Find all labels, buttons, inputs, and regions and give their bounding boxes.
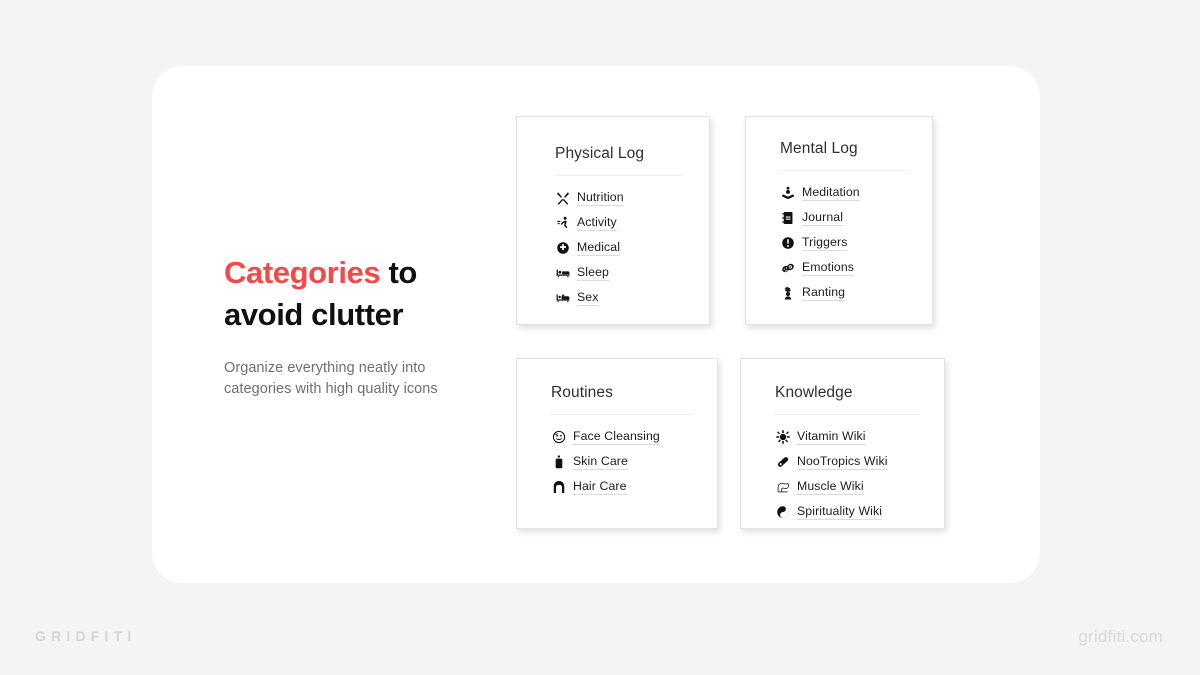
list-item[interactable]: Face Cleansing — [551, 429, 693, 445]
page-subtitle: Organize everything neatly into categori… — [224, 360, 438, 397]
list-item-label: Activity — [577, 215, 617, 231]
yin-yang-icon — [775, 505, 790, 520]
card-physical-log: Physical Log Nutrition Activity Medical … — [516, 116, 710, 325]
card-title: Routines — [551, 384, 613, 401]
page-title: Categories to avoid clutter — [224, 252, 474, 336]
card-item-list: Meditation Journal Triggers Emotions Ran… — [780, 185, 908, 301]
card-knowledge: Knowledge Vitamin Wiki NooTropics Wiki M… — [740, 358, 945, 529]
utensils-icon — [555, 191, 570, 206]
copy-block: Categories to avoid clutter Organize eve… — [224, 252, 474, 400]
list-item-label: Sleep — [577, 265, 609, 281]
card-item-list: Vitamin Wiki NooTropics Wiki Muscle Wiki… — [775, 429, 920, 520]
list-item-label: Sex — [577, 290, 599, 306]
face-icon — [551, 430, 566, 445]
card-divider — [551, 414, 693, 415]
brand-watermark-right: gridfiti.com — [1078, 627, 1163, 646]
exclamation-circle-icon — [780, 236, 795, 251]
card-divider — [775, 414, 920, 415]
head-burst-icon — [780, 286, 795, 301]
card-item-list: Face Cleansing Skin Care Hair Care — [551, 429, 693, 495]
card-item-list: Nutrition Activity Medical Sleep Sex — [555, 190, 683, 306]
card-title: Physical Log — [555, 145, 645, 162]
sun-burst-icon — [775, 430, 790, 445]
list-item[interactable]: Sex — [555, 290, 683, 306]
list-item[interactable]: Muscle Wiki — [775, 479, 920, 495]
list-item[interactable]: Vitamin Wiki — [775, 429, 920, 445]
card-mental-log: Mental Log Meditation Journal Triggers E… — [745, 116, 933, 325]
bed-icon — [555, 266, 570, 281]
list-item[interactable]: Triggers — [780, 235, 908, 251]
list-item-label: Face Cleansing — [573, 429, 660, 445]
hair-icon — [551, 480, 566, 495]
list-item[interactable]: Skin Care — [551, 454, 693, 470]
notebook-icon — [780, 211, 795, 226]
list-item-label: Muscle Wiki — [797, 479, 864, 495]
list-item[interactable]: Journal — [780, 210, 908, 226]
headline-line-2: avoid clutter — [224, 297, 404, 332]
list-item-label: Skin Care — [573, 454, 628, 470]
list-item-label: Medical — [577, 240, 621, 256]
list-item-label: Journal — [802, 210, 844, 226]
brand-watermark-left: GRIDFITI — [35, 628, 137, 644]
card-divider — [780, 170, 908, 171]
running-person-icon — [555, 216, 570, 231]
card-divider — [555, 175, 683, 176]
list-item[interactable]: Ranting — [780, 285, 908, 301]
card-routines: Routines Face Cleansing Skin Care Hair C… — [516, 358, 718, 529]
headline-rest: to — [380, 255, 417, 290]
list-item[interactable]: Meditation — [780, 185, 908, 201]
list-item-label: Nutrition — [577, 190, 624, 206]
list-item[interactable]: Nutrition — [555, 190, 683, 206]
pill-capsule-icon — [775, 455, 790, 470]
list-item-label: Vitamin Wiki — [797, 429, 866, 445]
list-item-label: NooTropics Wiki — [797, 454, 888, 470]
card-title: Mental Log — [780, 140, 858, 157]
list-item-label: Ranting — [802, 285, 846, 301]
list-item[interactable]: Spirituality Wiki — [775, 504, 920, 520]
lotion-bottle-icon — [551, 455, 566, 470]
card-title: Knowledge — [775, 384, 853, 401]
flexed-bicep-icon — [775, 480, 790, 495]
bed-couple-icon — [555, 291, 570, 306]
list-item[interactable]: NooTropics Wiki — [775, 454, 920, 470]
list-item[interactable]: Emotions — [780, 260, 908, 276]
medical-cross-circle-icon — [555, 241, 570, 256]
list-item[interactable]: Medical — [555, 240, 683, 256]
list-item-label: Spirituality Wiki — [797, 504, 883, 520]
list-item[interactable]: Sleep — [555, 265, 683, 281]
list-item-label: Emotions — [802, 260, 855, 276]
list-item-label: Hair Care — [573, 479, 627, 495]
list-item-label: Triggers — [802, 235, 848, 251]
list-item-label: Meditation — [802, 185, 860, 201]
meditation-lotus-icon — [780, 186, 795, 201]
theater-masks-icon — [780, 261, 795, 276]
headline-accent-word: Categories — [224, 255, 381, 290]
list-item[interactable]: Hair Care — [551, 479, 693, 495]
list-item[interactable]: Activity — [555, 215, 683, 231]
